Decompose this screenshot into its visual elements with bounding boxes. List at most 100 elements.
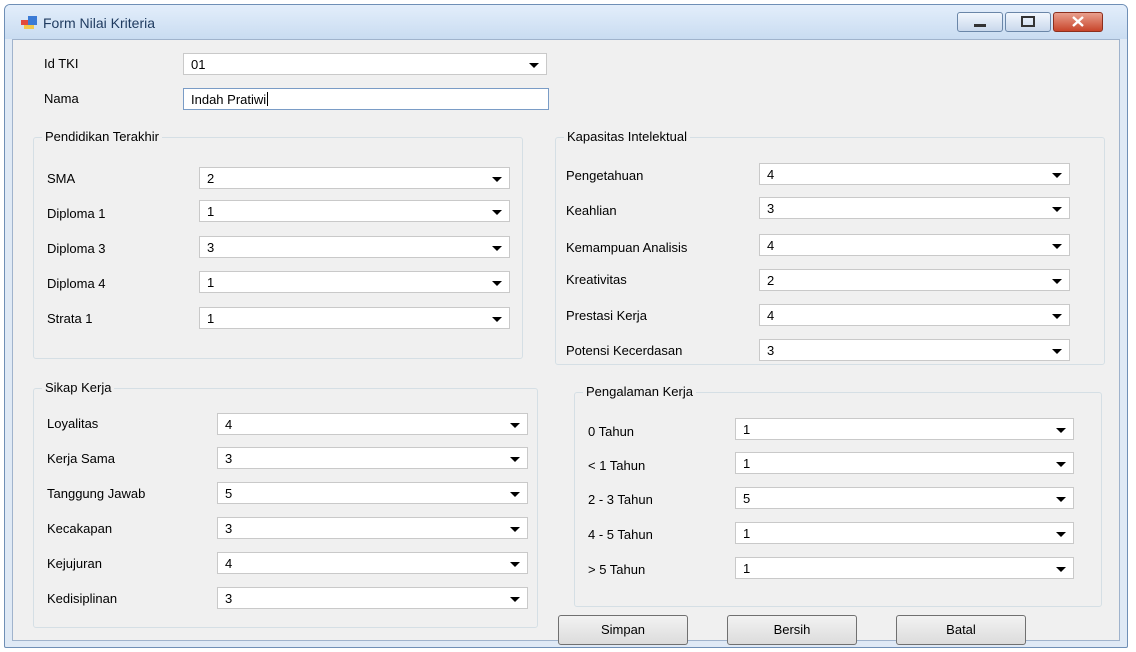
chevron-down-icon [1052,207,1062,212]
pendidikan-combo-diploma-3[interactable]: 3 [199,236,510,258]
pengalaman-combo-gt-5-tahun[interactable]: 1 [735,557,1074,579]
chevron-down-icon [510,597,520,602]
batal-button[interactable]: Batal [896,615,1026,645]
combo-value: 2 [767,273,775,288]
sikap-combo-kerja-sama[interactable]: 3 [217,447,528,469]
chevron-down-icon [492,246,502,251]
nama-label: Nama [44,91,79,106]
combo-value: 4 [225,417,233,432]
kapasitas-combo-keahlian[interactable]: 3 [759,197,1070,219]
combo-value: 1 [207,275,215,290]
sikap-combo-tanggung-jawab[interactable]: 5 [217,482,528,504]
kapasitas-combo-kemampuan-analisis[interactable]: 4 [759,234,1070,256]
group-title: Pendidikan Terakhir [42,129,162,144]
pendidikan-label-sma: SMA [47,171,76,186]
chevron-down-icon [1052,349,1062,354]
chevron-down-icon [492,317,502,322]
nama-value: Indah Pratiwi [191,92,267,107]
combo-value: 4 [225,556,233,571]
kapasitas-combo-potensi-kecerdasan[interactable]: 3 [759,339,1070,361]
chevron-down-icon [510,527,520,532]
kapasitas-combo-kreativitas[interactable]: 2 [759,269,1070,291]
nama-input[interactable]: Indah Pratiwi [183,88,549,110]
maximize-icon [1021,16,1035,27]
chevron-down-icon [492,281,502,286]
close-button[interactable] [1053,12,1103,32]
sikap-label-kedisiplinan: Kedisiplinan [47,591,118,606]
group-title: Sikap Kerja [42,380,115,395]
combo-value: 5 [225,486,233,501]
pendidikan-combo-strata-1[interactable]: 1 [199,307,510,329]
id-tki-label: Id TKI [44,56,79,71]
id-tki-value: 01 [191,57,206,72]
window-title: Form Nilai Kriteria [43,15,156,31]
combo-value: 1 [207,311,215,326]
simpan-button[interactable]: Simpan [558,615,688,645]
kapasitas-combo-prestasi-kerja[interactable]: 4 [759,304,1070,326]
pengalaman-label-lt-1-tahun: < 1 Tahun [588,458,646,473]
chevron-down-icon [510,457,520,462]
chevron-down-icon [492,177,502,182]
combo-value: 1 [743,456,751,471]
chevron-down-icon [1056,532,1066,537]
close-icon [1072,16,1084,27]
sikap-combo-kejujuran[interactable]: 4 [217,552,528,574]
minimize-icon [974,24,986,27]
kapasitas-label-pengetahuan: Pengetahuan [566,168,644,183]
form-body: Id TKI 01 Nama Indah Pratiwi Pendidikan … [12,39,1120,645]
chevron-down-icon [1052,279,1062,284]
chevron-down-icon [1056,462,1066,467]
kapasitas-label-kemampuan-analisis: Kemampuan Analisis [566,240,688,255]
pengalaman-label-gt-5-tahun: > 5 Tahun [588,562,646,577]
sikap-label-kejujuran: Kejujuran [47,556,102,571]
sikap-combo-loyalitas[interactable]: 4 [217,413,528,435]
sikap-combo-kecakapan[interactable]: 3 [217,517,528,539]
pengalaman-combo-4-5-tahun[interactable]: 1 [735,522,1074,544]
sikap-label-tanggung-jawab: Tanggung Jawab [47,486,146,501]
kapasitas-label-keahlian: Keahlian [566,203,617,218]
pengalaman-label-2-3-tahun: 2 - 3 Tahun [588,492,653,507]
pengalaman-label-4-5-tahun: 4 - 5 Tahun [588,527,653,542]
pendidikan-combo-sma[interactable]: 2 [199,167,510,189]
pendidikan-combo-diploma-4[interactable]: 1 [199,271,510,293]
sikap-label-loyalitas: Loyalitas [47,416,99,431]
pendidikan-label-strata-1: Strata 1 [47,311,93,326]
minimize-button[interactable] [957,12,1003,32]
pengalaman-combo-lt-1-tahun[interactable]: 1 [735,452,1074,474]
chevron-down-icon [1052,314,1062,319]
app-icon [21,16,37,29]
bersih-button[interactable]: Bersih [727,615,857,645]
combo-value: 3 [225,451,233,466]
chevron-down-icon [1056,497,1066,502]
chevron-down-icon [1056,428,1066,433]
pendidikan-label-diploma-1: Diploma 1 [47,206,106,221]
chevron-down-icon [1056,567,1066,572]
combo-value: 5 [743,491,751,506]
combo-value: 1 [743,422,751,437]
combo-value: 3 [225,521,233,536]
combo-value: 1 [207,204,215,219]
combo-value: 2 [207,171,215,186]
pengalaman-combo-2-3-tahun[interactable]: 5 [735,487,1074,509]
combo-value: 1 [743,561,751,576]
chevron-down-icon [1052,173,1062,178]
pengalaman-combo-0-tahun[interactable]: 1 [735,418,1074,440]
text-caret [267,92,269,106]
pendidikan-combo-diploma-1[interactable]: 1 [199,200,510,222]
maximize-button[interactable] [1005,12,1051,32]
pendidikan-label-diploma-4: Diploma 4 [47,276,106,291]
title-bar[interactable]: Form Nilai Kriteria [5,5,1127,39]
chevron-down-icon [529,63,539,68]
kapasitas-combo-pengetahuan[interactable]: 4 [759,163,1070,185]
kapasitas-label-potensi-kecerdasan: Potensi Kecerdasan [566,343,683,358]
group-title: Pengalaman Kerja [583,384,696,399]
chevron-down-icon [492,210,502,215]
chevron-down-icon [510,492,520,497]
combo-value: 1 [743,526,751,541]
kapasitas-label-prestasi-kerja: Prestasi Kerja [566,308,647,323]
combo-value: 3 [767,201,775,216]
sikap-label-kecakapan: Kecakapan [47,521,113,536]
combo-value: 4 [767,308,775,323]
id-tki-combo[interactable]: 01 [183,53,547,75]
sikap-combo-kedisiplinan[interactable]: 3 [217,587,528,609]
